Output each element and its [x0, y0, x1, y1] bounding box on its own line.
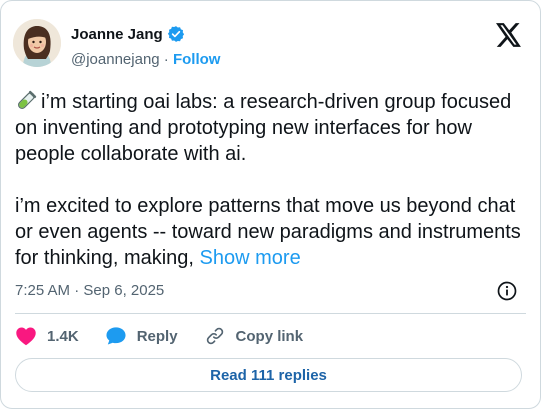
tweet-timestamp[interactable]: 7:25 AM · Sep 6, 2025 [15, 282, 164, 299]
read-replies-button[interactable]: Read 111 replies [15, 358, 522, 392]
test-tube-icon [15, 90, 37, 112]
author-handle[interactable]: @joannejang [71, 51, 160, 68]
tweet-text: i’m starting oai labs: a research-driven… [15, 89, 530, 271]
follow-button[interactable]: Follow [173, 51, 221, 68]
info-icon[interactable] [496, 280, 518, 302]
reply-bubble-icon [106, 327, 126, 345]
tweet-paragraph-1-text: i’m starting oai labs: a research-driven… [15, 91, 512, 165]
show-more-link[interactable]: Show more [200, 247, 301, 269]
handle-row: @joannejang · Follow [71, 51, 220, 68]
reply-button[interactable]: Reply [105, 326, 178, 346]
link-icon [206, 327, 223, 345]
handle-separator: · [159, 51, 173, 68]
tweet-card: Joanne Jang @joannejang · Follow i’m sta… [0, 0, 541, 409]
avatar[interactable] [13, 19, 61, 67]
avatar-illustration [13, 19, 61, 67]
x-logo-icon[interactable] [496, 23, 522, 47]
author-name-row: Joanne Jang [71, 25, 185, 43]
tweet-paragraph-1: i’m starting oai labs: a research-driven… [15, 89, 530, 167]
action-bar: 1.4K Reply Copy link [15, 323, 329, 349]
copy-link-label: Copy link [235, 327, 304, 345]
like-count: 1.4K [47, 327, 79, 345]
verified-badge-icon [167, 25, 185, 43]
copy-link-button[interactable]: Copy link [204, 326, 304, 346]
tweet-paragraph-2: i’m excited to explore patterns that mov… [15, 193, 530, 271]
reply-label: Reply [136, 327, 178, 345]
heart-icon [16, 327, 36, 346]
like-button[interactable]: 1.4K [15, 326, 79, 346]
divider [15, 313, 526, 314]
author-name[interactable]: Joanne Jang [71, 26, 163, 43]
